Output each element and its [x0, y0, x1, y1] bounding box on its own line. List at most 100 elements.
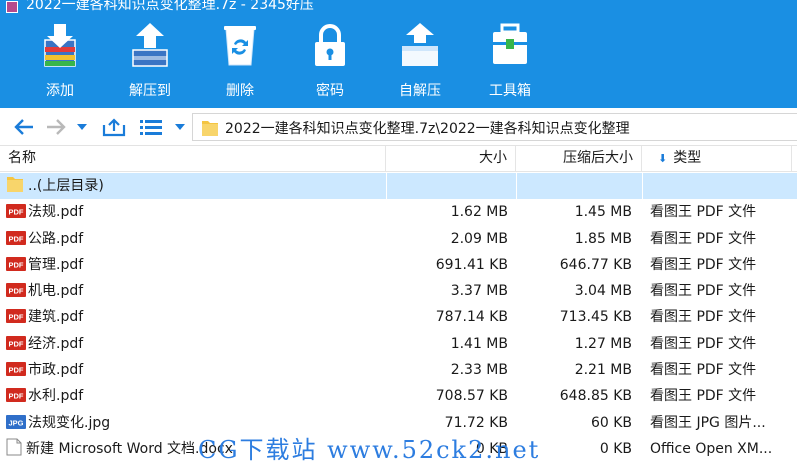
file-type: 看图王 PDF 文件 — [650, 309, 757, 326]
svg-text:PDF: PDF — [9, 366, 24, 375]
address-path: 2022一建各科知识点变化整理.7z\2022一建各科知识点变化整理 — [225, 121, 630, 137]
site-watermark: CG下载站 www.52ck2.net — [198, 436, 541, 463]
svg-text:PDF: PDF — [9, 208, 24, 217]
file-list: ..(上层目录) PDF 法规.pdf 1.62 MB 1.45 MB 看图王 P… — [0, 173, 797, 462]
self-extract-icon — [402, 23, 438, 66]
file-size: 787.14 KB — [435, 309, 508, 326]
file-name: 法规.pdf — [28, 204, 84, 221]
lock-icon — [315, 24, 345, 66]
column-size-label: 大小 — [479, 150, 507, 166]
file-compressed-size: 713.45 KB — [559, 309, 632, 326]
folder-icon — [202, 121, 218, 136]
list-item[interactable]: PDF 机电.pdf 3.37 MB 3.04 MB 看图王 PDF 文件 — [0, 278, 797, 304]
main-toolbar: 添加 解压到 删除 密码 自解压 工具箱 — [0, 16, 797, 108]
file-compressed-size: 1.27 MB — [574, 335, 632, 352]
docx-icon — [6, 438, 22, 456]
delete-label: 删除 — [226, 83, 254, 99]
add-archive-icon — [44, 24, 76, 67]
file-size: 3.37 MB — [450, 283, 508, 300]
file-type: 看图王 JPG 图片... — [650, 414, 766, 431]
pdf-icon: PDF — [6, 388, 26, 403]
self-extract-label: 自解压 — [399, 83, 441, 99]
forward-arrow-icon — [47, 119, 66, 135]
column-header-compressed[interactable]: 压缩后大小 — [516, 146, 642, 172]
column-header-name[interactable]: 名称 — [0, 146, 386, 172]
extract-to-icon — [132, 23, 168, 67]
pdf-icon: PDF — [6, 362, 26, 377]
back-arrow-icon — [14, 119, 33, 135]
toolbox-icon — [493, 23, 527, 64]
add-label: 添加 — [46, 83, 74, 99]
column-header-type[interactable]: ⬇ 类型 — [642, 146, 792, 172]
file-name: 水利.pdf — [28, 388, 84, 405]
svg-text:PDF: PDF — [9, 392, 24, 401]
file-name: 机电.pdf — [28, 283, 84, 300]
file-compressed-size — [516, 173, 632, 199]
list-item-parent-folder[interactable]: ..(上层目录) — [0, 173, 797, 200]
extract-to-label: 解压到 — [129, 83, 171, 99]
app-icon — [6, 1, 18, 13]
toolbox-label: 工具箱 — [489, 83, 531, 99]
title-bar: 2022一建各科知识点变化整理.7z - 2345好压 — [0, 0, 797, 16]
file-size — [386, 173, 508, 199]
file-compressed-size: 2.21 MB — [574, 362, 632, 379]
history-dropdown[interactable] — [74, 116, 90, 138]
file-type: 看图王 PDF 文件 — [650, 388, 757, 405]
file-type — [650, 173, 795, 199]
forward-button[interactable] — [44, 116, 68, 138]
toolbox-button[interactable]: 工具箱 — [472, 20, 548, 102]
file-compressed-size: 1.45 MB — [574, 204, 632, 221]
view-mode-button[interactable] — [138, 116, 164, 138]
extract-to-button[interactable]: 解压到 — [112, 20, 188, 102]
pdf-icon: PDF — [6, 309, 26, 324]
file-size: 708.57 KB — [435, 388, 508, 405]
address-field[interactable]: 2022一建各科知识点变化整理.7z\2022一建各科知识点变化整理 — [192, 113, 797, 141]
self-extract-button[interactable]: 自解压 — [382, 20, 458, 102]
column-header-size[interactable]: 大小 — [386, 146, 516, 172]
column-name-label: 名称 — [8, 150, 36, 166]
file-name: 管理.pdf — [28, 256, 84, 273]
file-name: 建筑.pdf — [28, 309, 84, 326]
svg-text:PDF: PDF — [9, 287, 24, 296]
file-type: 看图王 PDF 文件 — [650, 335, 757, 352]
list-item[interactable]: PDF 管理.pdf 691.41 KB 646.77 KB 看图王 PDF 文件 — [0, 252, 797, 278]
file-size: 2.09 MB — [450, 230, 508, 247]
list-item[interactable]: PDF 法规.pdf 1.62 MB 1.45 MB 看图王 PDF 文件 — [0, 199, 797, 225]
file-type: 看图王 PDF 文件 — [650, 230, 757, 247]
chevron-down-icon — [175, 124, 185, 130]
pdf-icon: PDF — [6, 204, 26, 219]
file-type: 看图王 PDF 文件 — [650, 283, 757, 300]
list-item[interactable]: PDF 公路.pdf 2.09 MB 1.85 MB 看图王 PDF 文件 — [0, 226, 797, 252]
password-label: 密码 — [316, 83, 344, 99]
pdf-icon: PDF — [6, 256, 26, 271]
up-folder-button[interactable] — [100, 116, 128, 138]
password-button[interactable]: 密码 — [292, 20, 368, 102]
file-name: 市政.pdf — [28, 362, 84, 379]
file-compressed-size: 1.85 MB — [574, 230, 632, 247]
column-compressed-label: 压缩后大小 — [563, 150, 633, 166]
pdf-icon: PDF — [6, 283, 26, 298]
file-compressed-size: 648.85 KB — [559, 388, 632, 405]
list-item[interactable]: PDF 水利.pdf 708.57 KB 648.85 KB 看图王 PDF 文件 — [0, 383, 797, 409]
svg-text:PDF: PDF — [9, 313, 24, 322]
list-item[interactable]: PDF 经济.pdf 1.41 MB 1.27 MB 看图王 PDF 文件 — [0, 331, 797, 357]
file-type: 看图王 PDF 文件 — [650, 362, 757, 379]
add-button[interactable]: 添加 — [22, 20, 98, 102]
recycle-bin-icon — [224, 26, 256, 66]
view-mode-dropdown[interactable] — [172, 116, 188, 138]
chevron-down-icon — [77, 124, 87, 130]
svg-text:PDF: PDF — [9, 339, 24, 348]
delete-button[interactable]: 删除 — [202, 20, 278, 102]
list-item[interactable]: PDF 建筑.pdf 787.14 KB 713.45 KB 看图王 PDF 文件 — [0, 304, 797, 330]
address-bar: 2022一建各科知识点变化整理.7z\2022一建各科知识点变化整理 — [0, 108, 797, 146]
file-compressed-size: 646.77 KB — [559, 256, 632, 273]
file-type: Office Open XM... — [650, 440, 773, 457]
file-name: 经济.pdf — [28, 335, 84, 352]
svg-text:PDF: PDF — [9, 234, 24, 243]
file-size: 1.62 MB — [450, 204, 508, 221]
back-button[interactable] — [12, 116, 36, 138]
jpg-icon: JPG — [6, 414, 26, 429]
folder-icon — [7, 177, 23, 192]
list-item[interactable]: PDF 市政.pdf 2.33 MB 2.21 MB 看图王 PDF 文件 — [0, 357, 797, 383]
file-compressed-size: 3.04 MB — [574, 283, 632, 300]
